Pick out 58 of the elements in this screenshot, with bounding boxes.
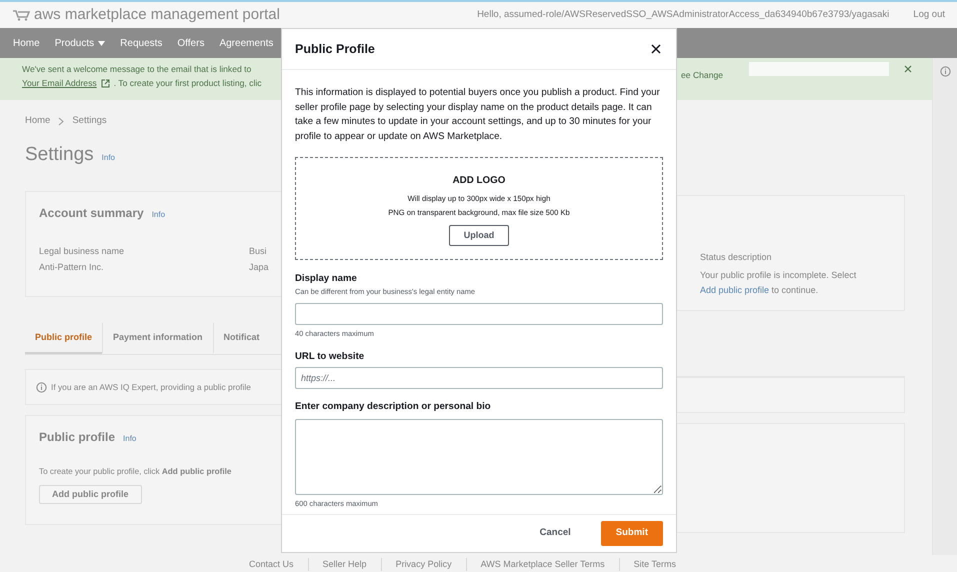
footer-link[interactable]: AWS Marketplace Seller Terms xyxy=(466,558,619,572)
chevron-icon xyxy=(58,116,64,126)
submit-button[interactable]: Submit xyxy=(600,521,663,546)
breadcrumb-link[interactable]: Home xyxy=(25,114,50,128)
close-icon[interactable] xyxy=(904,65,912,73)
add-public-profile-button[interactable]: Add public profile xyxy=(39,484,142,504)
cancel-button[interactable]: Cancel xyxy=(534,525,577,542)
info-icon[interactable] xyxy=(940,66,950,77)
user-greeting: Hello, assumed-role/AWSReservedSSO_AWSAdministratorAccess_da634940b67e3793/yagasaki xyxy=(477,8,890,22)
add-public-profile-link[interactable]: Add public profile xyxy=(700,284,770,294)
info-link[interactable]: Info xyxy=(102,152,115,164)
status-text: Your public profile is incomplete. Select Add public profile to continue. xyxy=(700,268,858,297)
field-label: Legal business name xyxy=(39,244,126,258)
field-label: Busi xyxy=(249,244,268,258)
banner-message: . To create your first product listing, clic xyxy=(114,77,262,90)
field-label: Enter company description or personal bio xyxy=(295,400,492,414)
dialog-description: This information is displayed to potential buyers once you publish a product. Find your seller profile page by selecting your display name on the product details page. It can take a few minutes to update in your account settings, and up to 30 minutes for your profile to appear or update on AWS Marketplace. xyxy=(295,86,661,144)
footer-link[interactable]: Seller Help xyxy=(308,558,381,572)
tab[interactable]: Notificat xyxy=(212,322,270,354)
external-link-icon xyxy=(100,78,110,88)
footer-link[interactable]: Site Terms xyxy=(618,558,690,572)
alert-text: If you are an AWS IQ Expert, providing a public profile xyxy=(51,380,251,394)
banner-message: We've sent a welcome message to the email that is linked to xyxy=(22,63,252,76)
nav-item[interactable]: Requests xyxy=(120,36,162,50)
nav-item[interactable]: Agreements xyxy=(219,36,274,50)
bio-textarea[interactable] xyxy=(295,419,663,496)
text-input-field[interactable]: https://... xyxy=(295,367,663,389)
instruction-text: To create your public profile, click Add public profile xyxy=(39,466,232,478)
field-label: Display name xyxy=(295,272,358,286)
tab[interactable]: Public profile xyxy=(25,322,102,354)
card-title: Public profile xyxy=(39,429,116,446)
field-value: Japa xyxy=(249,261,269,274)
tab[interactable]: Payment information xyxy=(102,322,213,354)
drop-zone-title: ADD LOGO xyxy=(452,174,506,188)
field-label: Status description xyxy=(700,251,773,264)
breadcrumb-link[interactable]: Settings xyxy=(72,114,107,128)
info-link[interactable]: Info xyxy=(123,433,136,446)
nav-item[interactable]: Offers xyxy=(177,36,204,50)
logout-link[interactable]: Log out xyxy=(913,8,945,22)
nav-item[interactable]: Products xyxy=(54,36,106,50)
close-icon xyxy=(651,44,661,54)
email-address-link[interactable]: Your Email Address xyxy=(22,76,97,90)
dialog-title: Public Profile xyxy=(295,40,375,58)
footer-link[interactable]: Contact Us xyxy=(235,558,308,572)
field-value: Anti-Pattern Inc. xyxy=(39,261,105,274)
footer-link[interactable]: Privacy Policy xyxy=(380,558,466,572)
close-button[interactable] xyxy=(649,42,663,56)
card-title: Account summary xyxy=(39,204,144,222)
field-label: URL to website xyxy=(295,350,366,364)
info-icon xyxy=(36,382,47,393)
cart-icon xyxy=(12,10,30,20)
nav-item[interactable]: Home xyxy=(13,36,40,50)
banner-message: ee Change xyxy=(681,69,724,82)
upload-button[interactable]: Upload xyxy=(448,224,510,246)
page-title: Settings xyxy=(25,143,94,168)
portal-logo-text[interactable]: aws marketplace management portal xyxy=(34,4,280,26)
info-link[interactable]: Info xyxy=(152,208,166,221)
text-input-field[interactable] xyxy=(295,302,663,324)
